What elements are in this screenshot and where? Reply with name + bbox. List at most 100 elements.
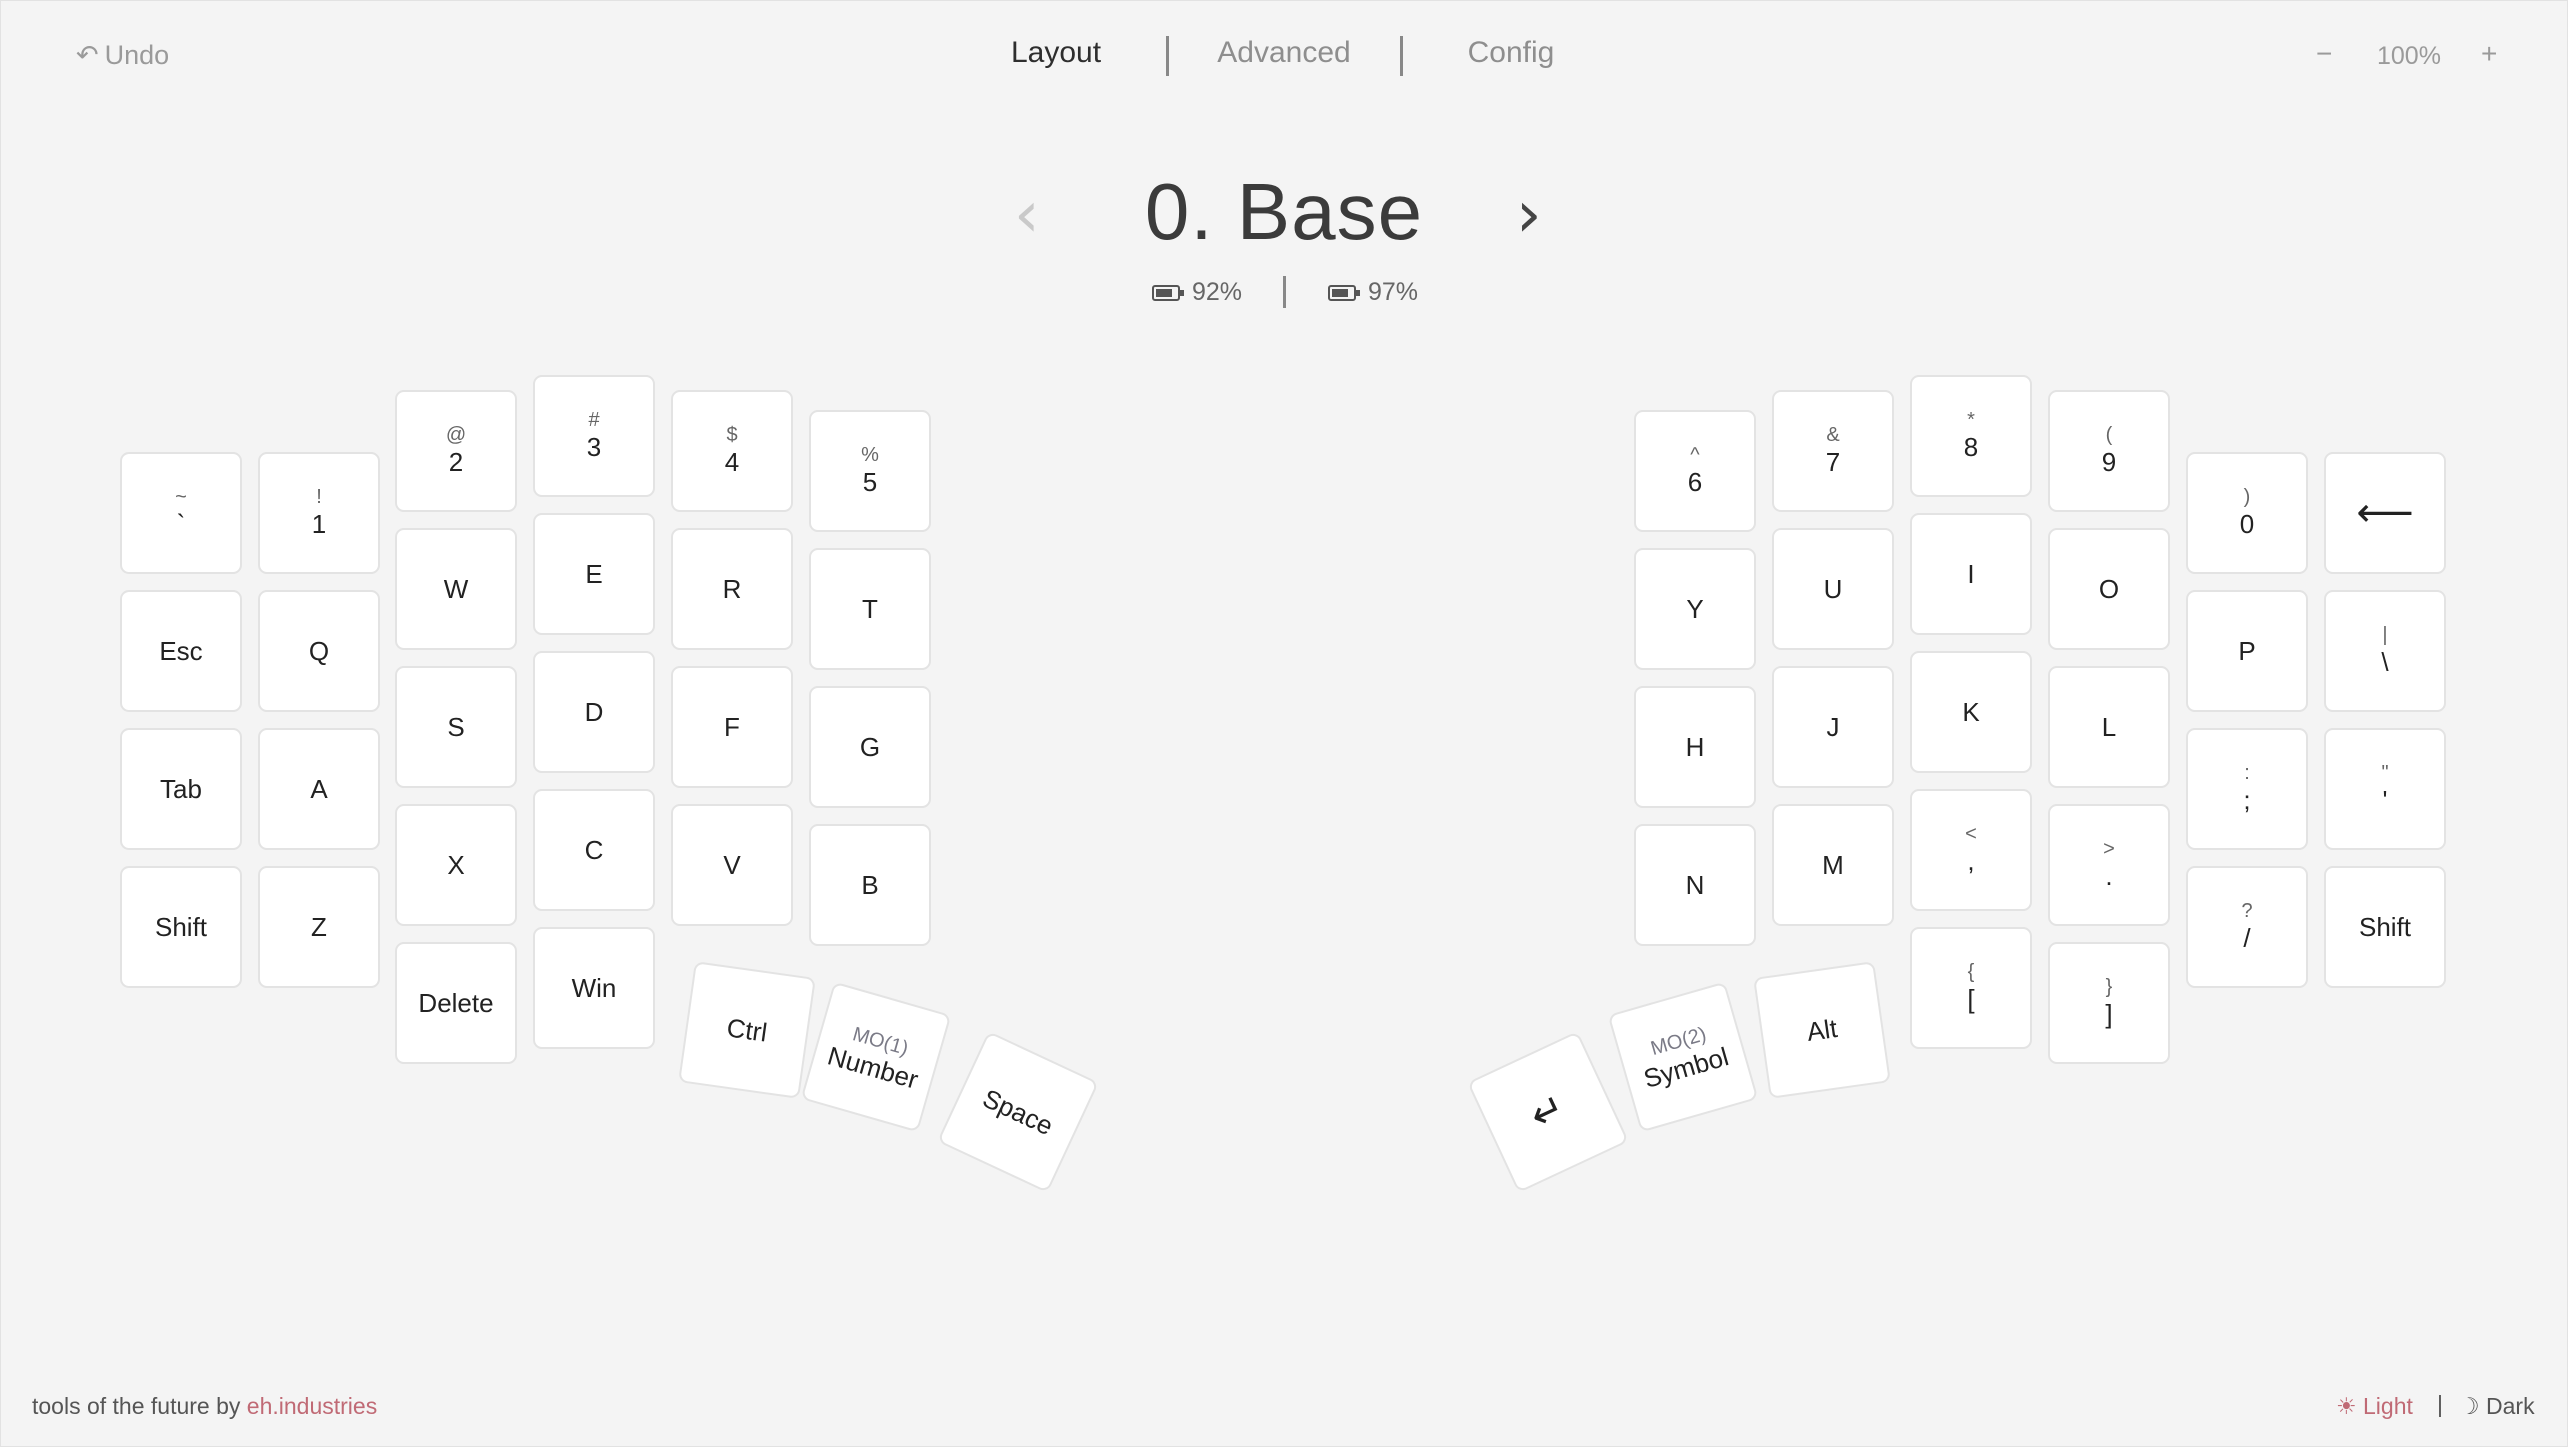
key-3[interactable]: #3 xyxy=(533,375,655,497)
battery-icon xyxy=(1328,284,1360,301)
key-2[interactable]: @2 xyxy=(395,390,517,512)
key-0[interactable]: ) 0 xyxy=(2186,452,2308,574)
key-l[interactable]: L xyxy=(2048,666,2170,788)
key-j[interactable]: J xyxy=(1772,666,1894,788)
key-1[interactable]: ! 1 xyxy=(258,452,380,574)
key-label: Tab xyxy=(160,774,202,804)
key-comma[interactable]: <, xyxy=(1910,789,2032,911)
key-6[interactable]: ^ 6 xyxy=(1634,410,1756,532)
key-label: Z xyxy=(311,912,327,942)
key-label: U xyxy=(1823,574,1843,604)
key-p[interactable]: P xyxy=(2186,590,2308,712)
key-k[interactable]: K xyxy=(1910,651,2032,773)
key-tab[interactable]: Tab xyxy=(120,728,242,850)
key-right-bracket[interactable]: }] xyxy=(2048,942,2170,1064)
key-o[interactable]: O xyxy=(2048,528,2170,650)
zoom-out-button[interactable]: − xyxy=(2316,38,2332,70)
key-quote[interactable]: " ' xyxy=(2324,728,2446,850)
key-s[interactable]: S xyxy=(395,666,517,788)
key-c[interactable]: C xyxy=(533,789,655,911)
key-y[interactable]: Y xyxy=(1634,548,1756,670)
key-shift[interactable]: Shift xyxy=(2324,866,2446,988)
key-d[interactable]: D xyxy=(533,651,655,773)
brand-link[interactable]: eh.industries xyxy=(247,1393,377,1419)
battery-right: 97% xyxy=(1328,278,1418,307)
key-w[interactable]: W xyxy=(395,528,517,650)
key-label: J xyxy=(1826,712,1840,742)
key-shift-label: @ xyxy=(445,424,467,446)
key-u[interactable]: U xyxy=(1772,528,1894,650)
key-label: W xyxy=(443,574,469,604)
theme-divider: | xyxy=(2437,1391,2443,1417)
key-v[interactable]: V xyxy=(671,804,793,926)
key-label: N xyxy=(1685,870,1705,900)
key-label: / xyxy=(2243,923,2251,953)
key-semicolon[interactable]: :; xyxy=(2186,728,2308,850)
key-x[interactable]: X xyxy=(395,804,517,926)
footer-tagline: tools of the future by xyxy=(32,1393,247,1419)
key-label: K xyxy=(1962,697,1980,727)
key-q[interactable]: Q xyxy=(258,590,380,712)
key-shift-label: ) xyxy=(2243,486,2251,508)
battery-divider xyxy=(1283,276,1286,308)
light-theme-button[interactable]: ☀ Light xyxy=(2336,1393,2413,1420)
key-8[interactable]: * 8 xyxy=(1910,375,2032,497)
battery-left-value: 92% xyxy=(1192,278,1243,306)
key-label: ' xyxy=(2382,785,2388,815)
key-shift-label: > xyxy=(2103,838,2115,860)
key-g[interactable]: G xyxy=(809,686,931,808)
key-shift-label: ! xyxy=(316,486,322,508)
key-backslash[interactable]: | \ xyxy=(2324,590,2446,712)
key-label: 6 xyxy=(1687,467,1703,497)
key-label: . xyxy=(2105,861,2113,891)
zoom-in-button[interactable]: + xyxy=(2481,38,2497,70)
key-label: 5 xyxy=(862,467,878,497)
key-4[interactable]: $4 xyxy=(671,390,793,512)
key-period[interactable]: >. xyxy=(2048,804,2170,926)
key-label: 0 xyxy=(2239,509,2255,539)
battery-icon xyxy=(1152,284,1184,301)
key-a[interactable]: A xyxy=(258,728,380,850)
key-5[interactable]: % 5 xyxy=(809,410,931,532)
key-m[interactable]: M xyxy=(1772,804,1894,926)
key-left-bracket[interactable]: {[ xyxy=(1910,927,2032,1049)
key-backspace[interactable]: ⟵ xyxy=(2324,452,2446,574)
key-i[interactable]: I xyxy=(1910,513,2032,635)
key-9[interactable]: (9 xyxy=(2048,390,2170,512)
tab-layout[interactable]: Layout xyxy=(1011,36,1101,70)
tab-config[interactable]: Config xyxy=(1468,36,1555,70)
key-z[interactable]: Z xyxy=(258,866,380,988)
key-shift-label: { xyxy=(1967,961,1975,983)
key-label: V xyxy=(723,850,741,880)
key-label: ⟵ xyxy=(2356,490,2414,536)
key-label: Alt xyxy=(1804,1013,1840,1047)
key-slash[interactable]: ? / xyxy=(2186,866,2308,988)
key-t[interactable]: T xyxy=(809,548,931,670)
next-layer-icon[interactable]: › xyxy=(1516,178,1542,252)
tab-advanced[interactable]: Advanced xyxy=(1217,36,1350,70)
key-label: [ xyxy=(1967,984,1975,1014)
key-shift-label: < xyxy=(1965,823,1977,845)
moon-icon: ☽ xyxy=(2459,1393,2480,1419)
key-label: Esc xyxy=(159,636,203,666)
key-alt[interactable]: Alt xyxy=(1753,961,1891,1099)
key-b[interactable]: B xyxy=(809,824,931,946)
key-delete[interactable]: Delete xyxy=(395,942,517,1064)
key-shift-label: * xyxy=(1967,409,1975,431)
dark-theme-button[interactable]: ☽ Dark xyxy=(2459,1393,2535,1420)
key-esc[interactable]: Esc xyxy=(120,590,242,712)
key-ctrl[interactable]: Ctrl xyxy=(678,961,816,1099)
key-f[interactable]: F xyxy=(671,666,793,788)
key-h[interactable]: H xyxy=(1634,686,1756,808)
key-e[interactable]: E xyxy=(533,513,655,635)
key-shift[interactable]: Shift xyxy=(120,866,242,988)
battery-right-value: 97% xyxy=(1368,278,1419,306)
key-n[interactable]: N xyxy=(1634,824,1756,946)
key-r[interactable]: R xyxy=(671,528,793,650)
key-win[interactable]: Win xyxy=(533,927,655,1049)
key-7[interactable]: & 7 xyxy=(1772,390,1894,512)
key-label: ] xyxy=(2105,999,2113,1029)
key-shift-label: # xyxy=(588,409,600,431)
key-backtick[interactable]: ~ ` xyxy=(120,452,242,574)
tab-divider xyxy=(1400,36,1403,76)
